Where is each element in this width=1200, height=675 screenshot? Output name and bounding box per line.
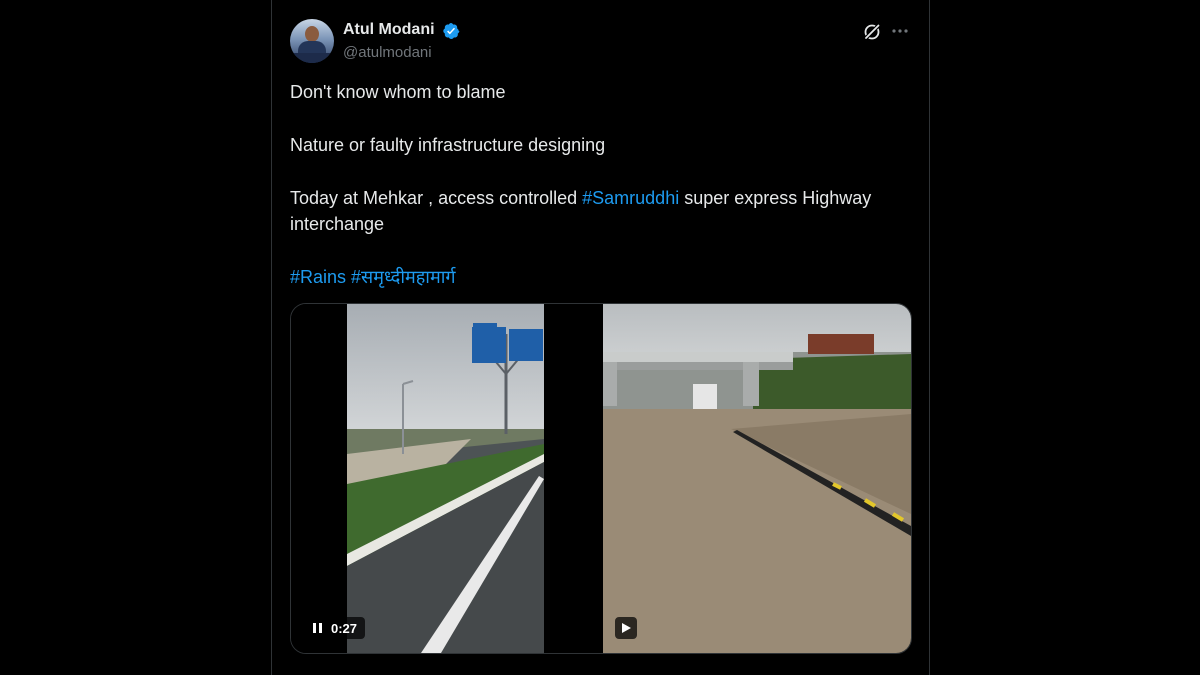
more-options-icon[interactable] bbox=[891, 22, 909, 40]
tweet-hashtags: #Rains #समृध्दीमहामार्ग bbox=[290, 264, 915, 290]
tweet-text-segment: super express Highway bbox=[679, 188, 872, 208]
hashtag-rains[interactable]: #Rains bbox=[290, 267, 346, 287]
video-2-play-button[interactable] bbox=[615, 617, 637, 639]
video-player-1[interactable]: 0:27 bbox=[291, 304, 601, 653]
avatar[interactable] bbox=[290, 19, 334, 63]
verified-badge-icon bbox=[443, 22, 460, 40]
author-name[interactable]: Atul Modani bbox=[343, 21, 435, 39]
hashtag-samruddhi[interactable]: #Samruddhi bbox=[582, 188, 679, 208]
tweet-text-segment: Today at Mehkar , access controlled bbox=[290, 188, 583, 208]
hashtag-marathi[interactable]: #समृध्दीमहामार्ग bbox=[351, 267, 455, 287]
pause-icon[interactable] bbox=[309, 620, 329, 636]
tweet-text-line-3: Today at Mehkar , access controlled #Sam… bbox=[290, 185, 915, 211]
tweet-text-line-2: Nature or faulty infrastructure designin… bbox=[290, 135, 606, 155]
video-1-time: 0:27 bbox=[331, 620, 358, 636]
tweet-text-line-4: interchange bbox=[290, 214, 385, 234]
play-icon[interactable] bbox=[619, 621, 633, 635]
video-thumbnail-2 bbox=[603, 304, 911, 653]
grok-icon[interactable] bbox=[862, 22, 882, 42]
media-grid: 0:27 bbox=[290, 303, 912, 654]
video-player-2[interactable] bbox=[603, 304, 911, 653]
author-handle[interactable]: @atulmodani bbox=[343, 44, 432, 61]
video-thumbnail-1 bbox=[291, 304, 601, 653]
tweet-text-line-1: Don't know whom to blame bbox=[290, 82, 506, 102]
video-1-controls[interactable]: 0:27 bbox=[303, 617, 365, 639]
